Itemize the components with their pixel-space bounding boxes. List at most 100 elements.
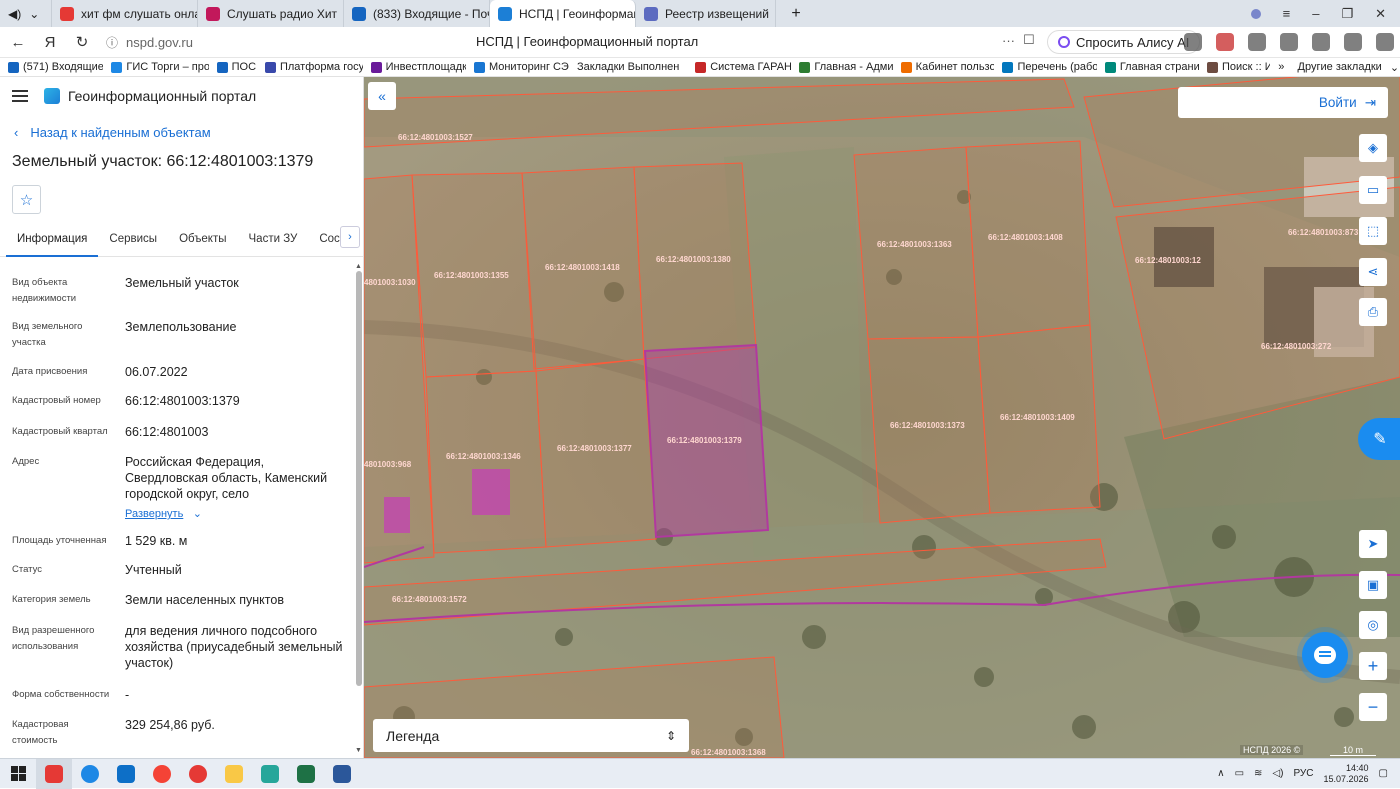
taskbar-outlook[interactable] xyxy=(108,759,144,789)
browser-tab[interactable]: хит фм слушать онлайн - × xyxy=(52,0,198,27)
puzzle-icon[interactable] xyxy=(1280,33,1298,51)
clock[interactable]: 14:40 15.07.2026 xyxy=(1324,763,1369,785)
side-assistant-button[interactable]: ✎ xyxy=(1358,418,1400,460)
map-copyright: НСПД 2026 © xyxy=(1240,745,1304,755)
site-info-icon[interactable]: ⓘ xyxy=(106,34,118,51)
taskbar-yandex-browser[interactable] xyxy=(36,758,72,789)
bookmark-icon[interactable]: ☐ xyxy=(1023,32,1035,48)
volume-icon[interactable]: ◁) xyxy=(1272,768,1283,779)
chevron-down-icon[interactable]: ⌄ xyxy=(29,7,39,21)
ask-alice-button[interactable]: Спросить Алису AI xyxy=(1047,30,1201,54)
expand-address-link[interactable]: Развернуть ⌄ xyxy=(125,505,347,522)
taskbar-word[interactable] xyxy=(324,759,360,789)
tabs-scroll-right-button[interactable]: › xyxy=(340,226,360,248)
start-button[interactable] xyxy=(0,759,36,789)
play-icon[interactable] xyxy=(1312,33,1330,51)
reload-icon[interactable]: ↻ xyxy=(66,33,98,51)
favorite-button[interactable]: ☆ xyxy=(12,185,41,214)
taskbar-app[interactable] xyxy=(252,759,288,789)
bookmark-item[interactable]: (571) Входящие - xyxy=(0,61,103,73)
admin-icon xyxy=(799,61,811,73)
wifi-icon[interactable]: ≋ xyxy=(1254,768,1262,779)
chat-button[interactable] xyxy=(1302,632,1348,678)
bookmark-item[interactable]: Поиск :: И xyxy=(1199,61,1270,73)
bookmark-item[interactable]: Платформа госуд xyxy=(257,61,363,73)
taskbar-app[interactable] xyxy=(180,759,216,789)
extension-icon[interactable] xyxy=(1216,33,1234,51)
back-to-results-link[interactable]: ‹ Назад к найденным объектам xyxy=(14,125,363,140)
extension-icon[interactable] xyxy=(1344,33,1362,51)
satellite-map: 66:12:4801003:1527 66:12:4801003:1355 66… xyxy=(364,77,1400,758)
zoom-out-button[interactable]: − xyxy=(1359,693,1387,721)
back-arrow-icon[interactable]: ← xyxy=(2,34,34,51)
tab-audio-control[interactable]: ◀) ⌄ xyxy=(0,0,52,27)
bookmark-item[interactable]: Главная - Админ xyxy=(791,61,893,73)
close-window-icon[interactable]: ✕ xyxy=(1375,6,1386,22)
network-icon[interactable]: ▭ xyxy=(1235,768,1244,779)
tab-parts[interactable]: Части ЗУ xyxy=(238,229,309,257)
bookmark-item[interactable]: Главная страниц xyxy=(1097,61,1199,73)
scroll-up-icon[interactable]: ▲ xyxy=(355,263,362,270)
taskbar-explorer[interactable] xyxy=(216,759,252,789)
bookmark-item[interactable]: Мониторинг СЭР xyxy=(466,61,569,73)
taskbar-edge[interactable] xyxy=(72,759,108,789)
bookmark-folder[interactable]: Закладки Выполнен⌄ xyxy=(569,61,687,74)
bookmark-item[interactable]: Перечень (рабоч xyxy=(994,61,1097,73)
browser-tab[interactable]: (833) Входящие - Почта М × xyxy=(344,0,490,27)
language-indicator[interactable]: РУС xyxy=(1293,768,1313,779)
print-icon: ⎙ xyxy=(1367,304,1379,319)
notification-icon[interactable]: ▢ xyxy=(1379,768,1388,779)
menu-icon[interactable]: ≡ xyxy=(1283,6,1291,21)
new-tab-button[interactable]: + xyxy=(776,0,816,27)
basemap-button[interactable]: ▣ xyxy=(1359,571,1387,599)
taskbar-yandex[interactable] xyxy=(144,759,180,789)
chevron-up-icon[interactable]: ∧ xyxy=(1217,768,1224,779)
other-bookmarks[interactable]: Другие закладки ⌄ xyxy=(1290,61,1400,74)
tab-information[interactable]: Информация xyxy=(6,229,99,257)
print-button[interactable]: ⎙ xyxy=(1359,298,1387,326)
menu-icon[interactable] xyxy=(12,90,28,102)
bookmarks-more-button[interactable]: » xyxy=(1270,61,1289,73)
measure-button[interactable]: ▭ xyxy=(1359,176,1387,204)
bookmark-item[interactable]: Кабинет пользов xyxy=(893,61,994,73)
layers-button[interactable]: ◈ xyxy=(1359,134,1387,162)
parcel-label: 4801003:968 xyxy=(364,460,412,469)
login-icon: ⇥ xyxy=(1364,94,1376,110)
yandex-home-icon[interactable]: Я xyxy=(34,34,66,51)
basemap-icon: ▣ xyxy=(1366,577,1380,592)
close-tab-icon[interactable]: × xyxy=(337,7,343,21)
profile-icon[interactable] xyxy=(1250,8,1261,19)
tab-objects[interactable]: Объекты xyxy=(168,229,237,257)
registry-favicon-icon xyxy=(644,6,658,21)
maximize-icon[interactable]: ❐ xyxy=(1341,6,1353,22)
download-icon[interactable] xyxy=(1376,33,1394,51)
browser-tab[interactable]: Реестр извещений xyxy=(636,0,776,27)
bookmark-item[interactable]: Система ГАРАНТ xyxy=(687,61,791,73)
browser-tab[interactable]: Слушать радио Хит × xyxy=(198,0,344,27)
zoom-in-button[interactable]: + xyxy=(1359,652,1387,680)
browser-tab-active[interactable]: НСПД | Геоинформаци × xyxy=(490,0,636,27)
scroll-down-icon[interactable]: ▼ xyxy=(355,747,362,754)
parcel-label: 66:12:4801003:1368 xyxy=(691,748,766,757)
geolocation-button[interactable]: ➤ xyxy=(1359,530,1387,558)
parcel-label: 66:12:4801003:1409 xyxy=(1000,413,1075,422)
login-button[interactable]: Войти ⇥ xyxy=(1178,87,1388,118)
minimize-icon[interactable]: – xyxy=(1312,6,1319,21)
legend-dropdown[interactable]: Легенда ⇕ xyxy=(373,719,689,752)
map-view[interactable]: 66:12:4801003:1527 66:12:4801003:1355 66… xyxy=(364,77,1400,758)
share-button[interactable]: ⋖ xyxy=(1359,258,1387,286)
yandex-browser-icon xyxy=(45,764,63,783)
more-dots-icon[interactable]: ··· xyxy=(1002,33,1015,48)
panel-scrollbar[interactable] xyxy=(356,271,362,686)
tab-services[interactable]: Сервисы xyxy=(98,229,168,257)
extension-icon[interactable] xyxy=(1248,33,1266,51)
taskbar-excel[interactable] xyxy=(288,759,324,789)
location-search-button[interactable]: ◎ xyxy=(1359,611,1387,639)
bookmark-item[interactable]: ГИС Торги – прод xyxy=(103,61,209,73)
extensions-bar xyxy=(1184,33,1394,51)
bookmark-item[interactable]: Инвестплощадки xyxy=(363,61,466,73)
bookmark-item[interactable]: ПОС xyxy=(209,61,257,73)
select-area-button[interactable]: ⬚ xyxy=(1359,217,1387,245)
extension-icon[interactable] xyxy=(1184,33,1202,51)
collapse-panel-button[interactable]: « xyxy=(368,82,396,110)
